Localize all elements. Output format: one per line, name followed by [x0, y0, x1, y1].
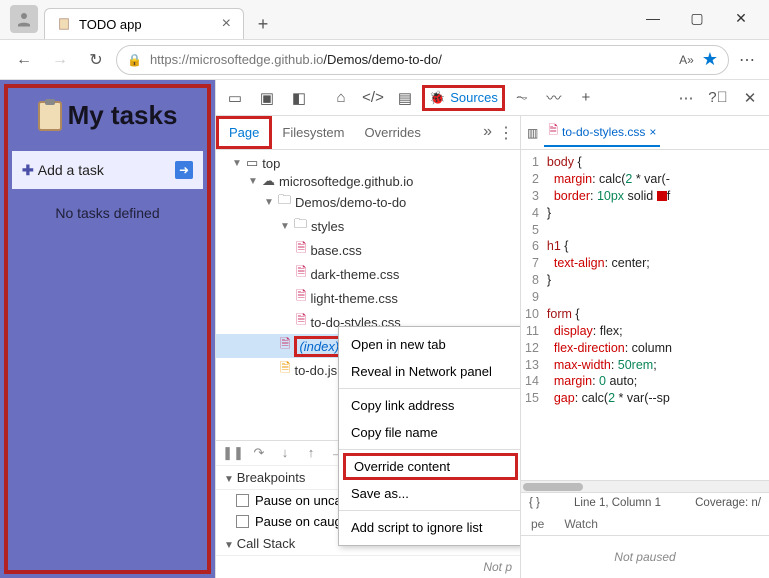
clipboard-icon — [38, 101, 62, 131]
tree-domain[interactable]: ▼☁microsoftedge.github.io — [216, 172, 520, 190]
horizontal-scrollbar[interactable] — [521, 480, 769, 492]
forward-button[interactable]: → — [44, 44, 76, 76]
braces-icon[interactable]: { } — [529, 497, 540, 509]
menu-ignore-list[interactable]: Add script to ignore list — [339, 514, 521, 541]
close-devtools-icon[interactable]: ✕ — [735, 83, 765, 113]
reader-button[interactable]: A» — [679, 53, 694, 67]
minimize-button[interactable]: — — [631, 4, 675, 32]
menu-copy-name[interactable]: Copy file name — [339, 419, 521, 446]
coverage-label: Coverage: n/ — [695, 497, 761, 509]
new-tab-button[interactable]: + — [248, 9, 278, 39]
address-bar[interactable]: 🔒 https://microsoftedge.github.io/Demos/… — [116, 45, 729, 75]
maximize-button[interactable]: ▢ — [675, 4, 719, 32]
browser-menu-button[interactable]: ⋯ — [733, 50, 761, 70]
more-tools-icon[interactable]: ⋯ — [671, 83, 701, 113]
elements-icon[interactable]: </> — [358, 83, 388, 113]
scope-not-paused: Not paused — [521, 536, 769, 578]
open-file-tab[interactable]: 🗎 to-do-styles.css × — [544, 118, 660, 147]
step-out-icon[interactable]: ↑ — [300, 445, 322, 461]
close-window-button[interactable]: ✕ — [719, 4, 763, 32]
inspect-icon[interactable]: ▭ — [220, 83, 250, 113]
help-icon[interactable]: ?⃝ — [703, 83, 733, 113]
lock-icon: 🔒 — [127, 53, 142, 67]
subtab-page[interactable]: Page — [216, 116, 272, 149]
console-icon[interactable]: ▤ — [390, 83, 420, 113]
browser-tab[interactable]: TODO app × — [44, 8, 244, 39]
tree-file[interactable]: 🗎light-theme.css — [216, 286, 520, 310]
add-task-input[interactable]: ✚Add a task ➜ — [12, 151, 203, 189]
page-title: My tasks — [8, 100, 207, 131]
close-file-icon[interactable]: × — [649, 125, 656, 139]
tree-folder[interactable]: ▼🗀Demos/demo-to-do — [216, 190, 520, 214]
tab-title: TODO app — [79, 17, 142, 32]
show-navigator-icon[interactable]: ▥ — [527, 126, 538, 140]
watch-tab[interactable]: Watch — [554, 513, 608, 535]
rendered-page: My tasks ✚Add a task ➜ No tasks defined — [0, 80, 215, 578]
add-tab-icon[interactable]: + — [571, 83, 601, 113]
dock-icon[interactable]: ◧ — [284, 83, 314, 113]
device-icon[interactable]: ▣ — [252, 83, 282, 113]
menu-override-content[interactable]: Override content — [343, 453, 518, 480]
callstack-status: Not p — [216, 556, 520, 578]
menu-separator — [339, 510, 521, 511]
code-editor[interactable]: 123456789101112131415 body { margin: cal… — [521, 150, 769, 480]
close-tab-icon[interactable]: × — [222, 15, 231, 33]
favorite-star-icon[interactable]: ★ — [702, 49, 718, 70]
menu-save-as[interactable]: Save as... — [339, 480, 521, 507]
menu-open-in-new-tab[interactable]: Open in new tab — [339, 331, 521, 358]
context-menu: Open in new tab Reveal in Network panel … — [338, 326, 521, 546]
cursor-position: Line 1, Column 1 — [574, 497, 661, 509]
welcome-icon[interactable]: ⌂ — [326, 83, 356, 113]
menu-copy-link[interactable]: Copy link address — [339, 392, 521, 419]
tree-file[interactable]: 🗎dark-theme.css — [216, 262, 520, 286]
more-subtabs-icon[interactable]: » — [483, 123, 492, 143]
line-gutter: 123456789101112131415 — [521, 150, 547, 480]
pause-icon[interactable]: ❚❚ — [222, 445, 244, 461]
favicon-icon — [57, 17, 71, 31]
network-icon[interactable]: ⏦ — [507, 83, 537, 113]
subtab-filesystem[interactable]: Filesystem — [272, 119, 354, 146]
back-button[interactable]: ← — [8, 44, 40, 76]
profile-avatar[interactable] — [10, 5, 38, 33]
url-text: https://microsoftedge.github.io/Demos/de… — [150, 52, 442, 67]
scope-tab[interactable]: pe — [521, 513, 554, 535]
menu-separator — [339, 388, 521, 389]
refresh-button[interactable]: ↻ — [80, 44, 112, 76]
no-tasks-label: No tasks defined — [8, 205, 207, 221]
step-over-icon[interactable]: ↷ — [248, 445, 270, 461]
submit-arrow-icon[interactable]: ➜ — [175, 161, 193, 179]
performance-icon[interactable]: 〰 — [539, 83, 569, 113]
code-content: body { margin: calc(2 * var(- border: 10… — [547, 150, 672, 480]
css-file-icon: 🗎 — [548, 121, 558, 142]
subtab-overrides[interactable]: Overrides — [355, 119, 431, 146]
devtools-panel: ▭ ▣ ◧ ⌂ </> ▤ 🐞 Sources ⏦ 〰 + ⋯ ?⃝ ✕ Pag… — [215, 80, 769, 578]
tab-sources[interactable]: 🐞 Sources — [422, 85, 505, 111]
tree-styles[interactable]: ▼🗀styles — [216, 214, 520, 238]
step-into-icon[interactable]: ↓ — [274, 445, 296, 461]
subtabs-menu-icon[interactable]: ⋮ — [498, 123, 514, 143]
menu-reveal-network[interactable]: Reveal in Network panel — [339, 358, 521, 385]
menu-separator — [339, 449, 521, 450]
tree-top[interactable]: ▼▭top — [216, 154, 520, 172]
bug-icon: 🐞 — [429, 90, 445, 106]
tree-file[interactable]: 🗎base.css — [216, 238, 520, 262]
